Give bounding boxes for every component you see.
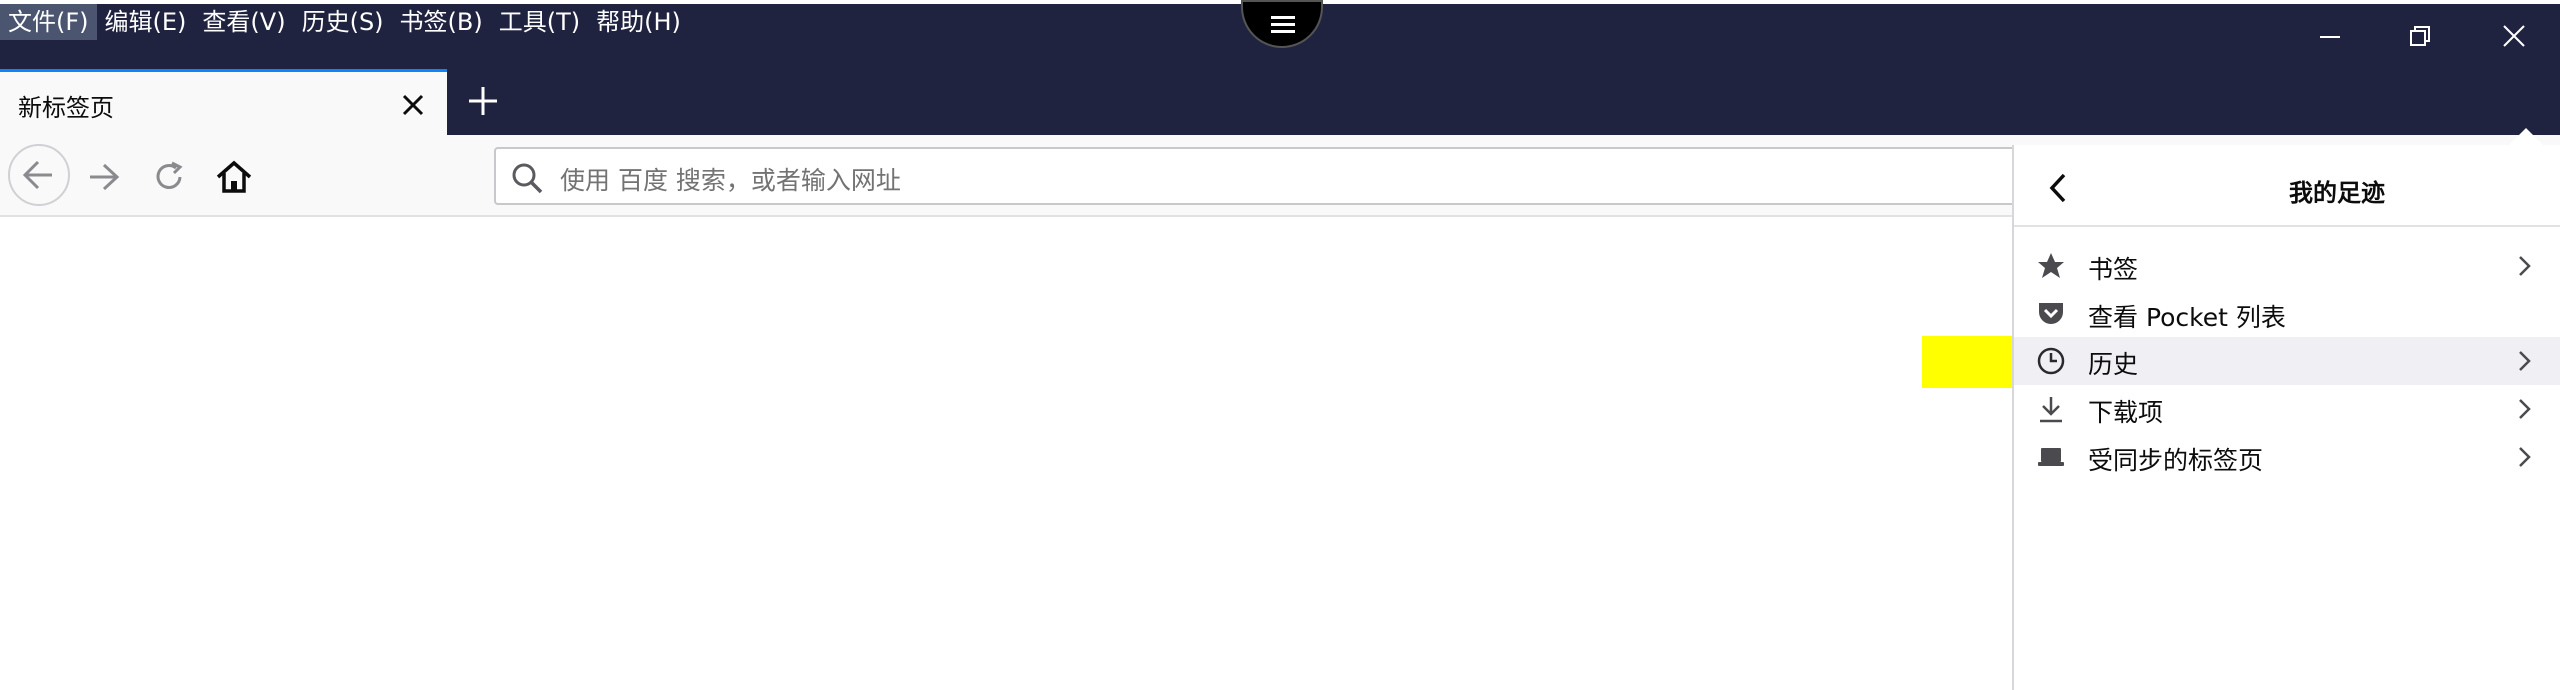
panel-item-history[interactable]: 历史	[2014, 337, 2560, 385]
url-placeholder: 使用 百度 搜索，或者输入网址	[560, 166, 901, 195]
clock-icon	[2037, 347, 2065, 375]
panel-item-bookmarks[interactable]: 书签	[2014, 242, 2560, 290]
menu-edit[interactable]: 编辑(E)	[97, 4, 195, 40]
minimize-button[interactable]	[2300, 12, 2360, 62]
menu-tools[interactable]: 工具(T)	[491, 4, 588, 40]
panel-header: 我的足迹	[2014, 145, 2560, 227]
library-panel: 我的足迹 书签 查看 Pocket 列表 历史 下载项 受同步的标签页	[2012, 145, 2560, 690]
reload-icon[interactable]	[152, 159, 188, 195]
chevron-right-icon	[2519, 447, 2531, 467]
menu-view[interactable]: 查看(V)	[194, 4, 293, 40]
laptop-icon	[2038, 448, 2064, 466]
panel-item-downloads[interactable]: 下载项	[2014, 385, 2560, 433]
minimize-icon	[2320, 36, 2340, 38]
menu-bookmarks[interactable]: 书签(B)	[392, 4, 491, 40]
menu-bar: 文件(F) 编辑(E) 查看(V) 历史(S) 书签(B) 工具(T) 帮助(H…	[0, 4, 689, 40]
panel-item-pocket[interactable]: 查看 Pocket 列表	[2014, 290, 2560, 338]
menu-help[interactable]: 帮助(H)	[588, 4, 689, 40]
url-bar[interactable]: 使用 百度 搜索，或者输入网址	[494, 147, 2054, 205]
tab-title: 新标签页	[18, 94, 114, 122]
panel-back-icon[interactable]	[2046, 171, 2070, 205]
close-window-button[interactable]	[2484, 12, 2544, 62]
restore-button[interactable]	[2390, 12, 2450, 62]
close-icon	[2503, 25, 2525, 47]
panel-item-label: 书签	[2088, 255, 2139, 284]
back-arrow-icon	[22, 160, 52, 190]
restore-icon	[2410, 26, 2430, 46]
chevron-right-icon	[2519, 399, 2531, 419]
tab-close-icon[interactable]	[400, 92, 426, 118]
chevron-right-icon	[2519, 256, 2531, 276]
panel-item-label: 查看 Pocket 列表	[2088, 303, 2286, 332]
search-icon	[512, 163, 543, 194]
panel-item-synced-tabs[interactable]: 受同步的标签页	[2014, 433, 2560, 481]
panel-arrow	[2508, 128, 2544, 146]
star-icon	[2038, 253, 2064, 278]
back-button[interactable]	[8, 144, 70, 206]
chevron-right-icon	[2519, 351, 2531, 371]
new-tab-icon[interactable]	[466, 84, 500, 118]
pocket-icon	[2039, 303, 2063, 324]
panel-item-label: 下载项	[2088, 398, 2164, 427]
tab-new-tab[interactable]: 新标签页	[0, 69, 447, 135]
panel-title: 我的足迹	[2289, 179, 2385, 207]
download-icon	[2040, 397, 2062, 423]
home-icon[interactable]	[214, 157, 254, 197]
forward-arrow-icon[interactable]	[84, 157, 124, 197]
menu-file[interactable]: 文件(F)	[0, 4, 97, 40]
panel-item-label: 受同步的标签页	[2088, 446, 2264, 475]
menu-history[interactable]: 历史(S)	[294, 4, 392, 40]
panel-item-label: 历史	[2088, 350, 2139, 379]
